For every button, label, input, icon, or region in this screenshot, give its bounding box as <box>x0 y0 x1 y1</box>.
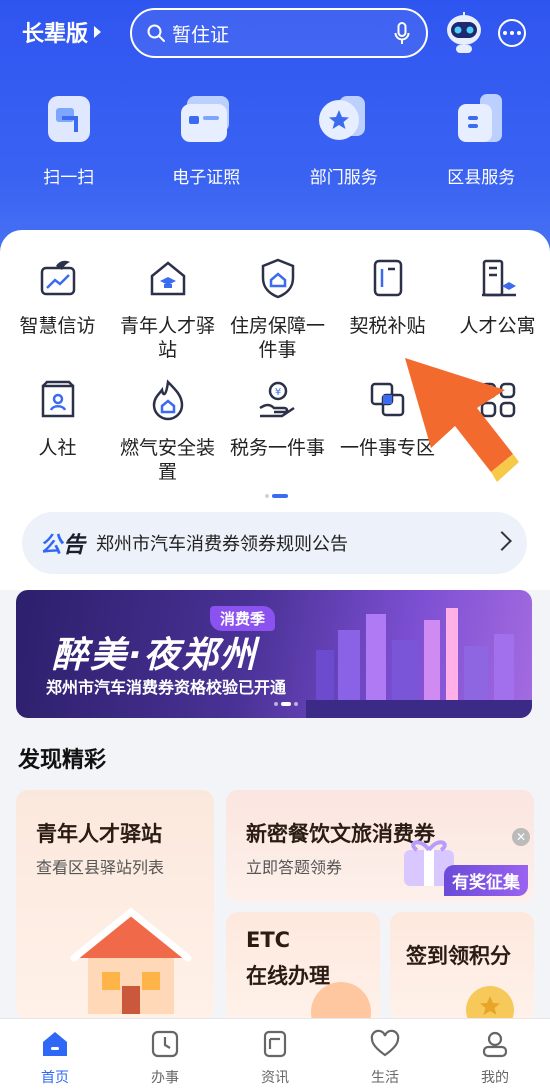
banner-title: 醉美·夜郑州 <box>52 635 258 676</box>
close-icon[interactable]: ✕ <box>512 828 530 846</box>
apartment-icon <box>481 259 516 297</box>
service-label: 住房保障一件事 <box>229 315 325 361</box>
service-label: 人社 <box>38 437 77 459</box>
graduate-house-icon <box>150 261 185 296</box>
tile-check-in-points[interactable]: 签到领积分 <box>390 912 534 1022</box>
tag-char-b: 告 <box>63 533 87 558</box>
scan-icon <box>47 96 90 142</box>
search-icon <box>147 24 165 42</box>
page-dot <box>265 494 269 498</box>
service-gas-safety[interactable]: 燃气安全装置 <box>115 378 220 500</box>
quick-action-department[interactable]: 部门服务 <box>275 88 413 188</box>
house-shield-icon <box>261 258 294 299</box>
announcement-bar[interactable]: 公告 郑州市汽车消费券领券规则公告 <box>22 512 527 574</box>
quick-action-label: 电子证照 <box>172 168 241 188</box>
tile-title-line1: ETC <box>246 928 291 952</box>
page-indicator <box>265 494 288 498</box>
tile-xinmi-coupon[interactable]: 新密餐饮文旅消费券 立即答题领券 ✕ 有奖征集 <box>226 790 534 902</box>
page-dot-active <box>272 494 288 498</box>
tile-etc-online[interactable]: ETC 在线办理 <box>226 912 380 1022</box>
caret-right-icon <box>94 26 102 38</box>
star-badge-icon <box>318 96 365 140</box>
bottom-tab-bar: 首页 办事 资讯 生活 我的 <box>0 1018 550 1092</box>
microphone-icon[interactable] <box>394 22 410 46</box>
city-skyline-illustration <box>306 608 532 718</box>
tile-subtitle: 立即答题领券 <box>246 858 343 877</box>
tab-life[interactable]: 生活 <box>330 1019 440 1092</box>
announcement-tag: 公告 <box>40 527 86 559</box>
tab-news[interactable]: 资讯 <box>220 1019 330 1092</box>
banner-subtitle: 郑州市汽车消费券资格校验已开通 <box>46 678 287 697</box>
award-badge: 有奖征集 <box>444 865 528 896</box>
assistant-robot-icon[interactable] <box>444 12 484 54</box>
service-youth-talent-station[interactable]: 青年人才驿站 <box>115 256 220 378</box>
quick-actions: 扫一扫 电子证照 部门服务 区县服务 <box>0 88 550 188</box>
tab-services[interactable]: 办事 <box>110 1019 220 1092</box>
service-label: 智慧信访 <box>19 315 96 337</box>
quick-action-scan[interactable]: 扫一扫 <box>0 88 138 188</box>
service-label: 契税补贴 <box>349 315 426 337</box>
more-options-button[interactable] <box>498 19 526 47</box>
pointer-arrow-icon <box>405 358 519 482</box>
announcement-text: 郑州市汽车消费券领券规则公告 <box>96 534 349 555</box>
home-icon <box>43 1032 67 1056</box>
tab-label: 生活 <box>371 1070 399 1086</box>
social-security-icon <box>41 380 74 418</box>
quick-action-id-card[interactable]: 电子证照 <box>138 88 276 188</box>
service-social-security[interactable]: 人社 <box>5 378 110 500</box>
chevron-right-icon <box>492 531 512 551</box>
service-label: 燃气安全装置 <box>119 437 215 483</box>
service-tax-affairs[interactable]: ¥ 税务一件事 <box>225 378 330 500</box>
svg-text:¥: ¥ <box>274 387 280 398</box>
tag-char-a: 公 <box>40 533 64 558</box>
banner-indicator <box>274 702 298 706</box>
tile-title: 青年人才驿站 <box>36 822 162 846</box>
flame-icon <box>152 379 183 421</box>
quick-action-district[interactable]: 区县服务 <box>413 88 550 188</box>
banner-dot <box>294 702 298 706</box>
service-label: 人才公寓 <box>459 315 536 337</box>
discover-section-title: 发现精彩 <box>18 748 107 773</box>
clock-icon <box>151 1030 179 1058</box>
tab-label: 资讯 <box>261 1070 289 1086</box>
chart-petition-icon <box>40 260 75 296</box>
tab-home[interactable]: 首页 <box>0 1019 110 1092</box>
orb-illustration <box>311 982 371 1022</box>
top-header: 长辈版 暂住证 <box>0 0 550 70</box>
banner-dot-active <box>281 702 291 706</box>
banner-dot <box>274 702 278 706</box>
snow-house-illustration <box>70 907 192 1014</box>
tile-title: 签到领积分 <box>406 944 511 968</box>
coin-star-icon <box>466 986 514 1022</box>
dot <box>517 31 521 35</box>
building-icon <box>458 94 503 142</box>
news-icon <box>263 1030 287 1058</box>
search-input[interactable]: 暂住证 <box>130 8 428 58</box>
service-label: 青年人才驿站 <box>119 315 215 361</box>
id-card-icon <box>181 96 230 142</box>
elder-mode-label: 长辈版 <box>22 22 89 47</box>
document-icon <box>373 259 402 297</box>
tile-youth-talent-station[interactable]: 青年人才驿站 查看区县驿站列表 <box>16 790 214 1020</box>
quick-action-label: 部门服务 <box>309 168 378 188</box>
quick-action-label: 区县服务 <box>447 168 516 188</box>
tab-label: 办事 <box>151 1070 179 1086</box>
quick-action-label: 扫一扫 <box>43 168 95 188</box>
service-smart-petition[interactable]: 智慧信访 <box>5 256 110 378</box>
service-housing-security[interactable]: 住房保障一件事 <box>225 256 330 378</box>
tab-profile[interactable]: 我的 <box>440 1019 550 1092</box>
dot <box>510 31 514 35</box>
promo-banner[interactable]: 消费季 醉美·夜郑州 郑州市汽车消费券资格校验已开通 <box>16 590 532 718</box>
tab-label: 首页 <box>41 1070 69 1086</box>
tile-subtitle: 查看区县驿站列表 <box>36 858 165 877</box>
search-placeholder: 暂住证 <box>172 23 230 46</box>
elder-mode-switch[interactable]: 长辈版 <box>22 16 102 48</box>
dot <box>503 31 507 35</box>
profile-icon <box>482 1031 508 1058</box>
tax-hand-icon: ¥ <box>258 381 295 418</box>
heart-icon <box>370 1029 400 1057</box>
service-label: 税务一件事 <box>229 437 325 459</box>
tab-label: 我的 <box>481 1070 509 1086</box>
